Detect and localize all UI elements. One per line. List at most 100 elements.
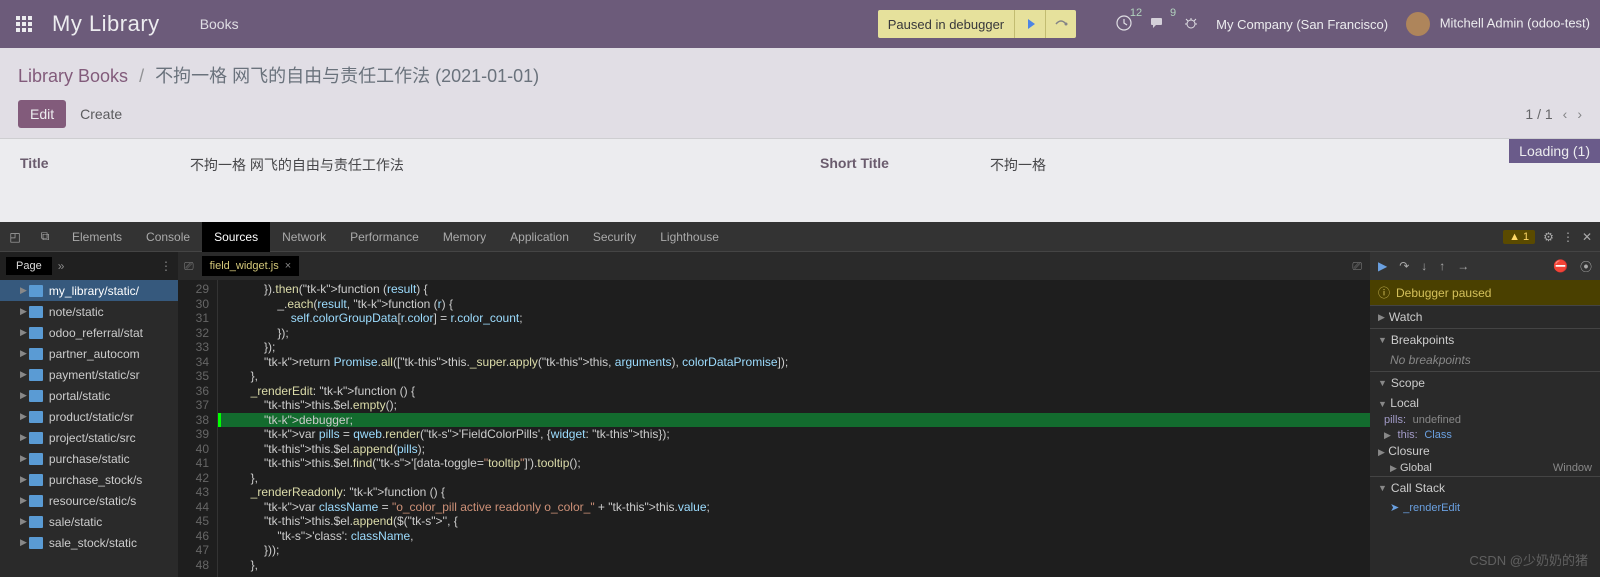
breadcrumb: Library Books / 不拘一格 网飞的自由与责任工作法 (2021-0… xyxy=(0,48,1600,94)
step-into-icon[interactable]: ↓ xyxy=(1421,259,1427,273)
tab-memory[interactable]: Memory xyxy=(431,222,498,252)
loading-indicator: Loading (1) xyxy=(1509,139,1600,163)
tab-sources[interactable]: Sources xyxy=(202,222,270,252)
code-line[interactable]: _renderReadonly: "tk-k">function () { xyxy=(218,485,1370,500)
warnings-chip[interactable]: ▲ 1 xyxy=(1503,230,1535,244)
no-breakpoints: No breakpoints xyxy=(1370,351,1600,371)
bug-icon[interactable] xyxy=(1184,16,1198,33)
edit-button[interactable]: Edit xyxy=(18,100,66,128)
apps-icon[interactable] xyxy=(10,10,38,38)
source-code[interactable]: }).then("tk-k">function (result) { _.eac… xyxy=(218,280,1370,577)
tab-console[interactable]: Console xyxy=(134,222,202,252)
breadcrumb-root[interactable]: Library Books xyxy=(18,66,128,86)
actions-row: Edit Create 1 / 1 ‹ › xyxy=(0,94,1600,138)
device-toggle-icon[interactable]: ⧉ xyxy=(30,229,60,244)
avatar xyxy=(1406,12,1430,36)
step-icon[interactable]: → xyxy=(1457,259,1469,273)
code-line[interactable]: }); xyxy=(218,340,1370,355)
deactivate-bp-icon[interactable]: ⛔ xyxy=(1553,259,1568,273)
discuss-icon[interactable]: 9 xyxy=(1150,15,1166,34)
scope-this: ▶ this: Class xyxy=(1370,427,1600,442)
breadcrumb-current: 不拘一格 网飞的自由与责任工作法 (2021-01-01) xyxy=(155,66,539,86)
step-over-icon[interactable]: ↷ xyxy=(1399,259,1409,273)
more-icon[interactable]: ⋮ xyxy=(1562,230,1574,244)
field-label-title: Title xyxy=(20,155,190,175)
breakpoints-section[interactable]: ▼Breakpoints xyxy=(1370,329,1600,351)
file-tree-item[interactable]: ▶note/static xyxy=(0,301,178,322)
file-tree-item[interactable]: ▶sale/static xyxy=(0,511,178,532)
file-tree[interactable]: ▶my_library/static/▶note/static▶odoo_ref… xyxy=(0,280,178,577)
code-line[interactable]: "tk-this">this.$el.find("tk-s">'[data-to… xyxy=(218,456,1370,471)
code-line[interactable]: _renderEdit: "tk-k">function () { xyxy=(218,384,1370,399)
code-line[interactable]: }, xyxy=(218,369,1370,384)
watermark: CSDN @少奶奶的猪 xyxy=(1469,550,1588,569)
debugger-toolbar: ▶ ↷ ↓ ↑ → ⛔ ⦿ xyxy=(1370,252,1600,280)
file-tree-item[interactable]: ▶purchase/static xyxy=(0,448,178,469)
file-tree-item[interactable]: ▶sale_stock/static xyxy=(0,532,178,553)
code-line[interactable]: }, xyxy=(218,558,1370,573)
user-menu[interactable]: Mitchell Admin (odoo-test) xyxy=(1406,12,1590,36)
activities-icon[interactable]: 12 xyxy=(1116,15,1132,34)
toggle-right-pane-icon[interactable]: ⎚ xyxy=(1352,259,1362,274)
callstack-frame[interactable]: ➤_renderEdit xyxy=(1370,499,1600,516)
code-line[interactable]: "tk-this">this.$el.empty(); xyxy=(218,398,1370,413)
scope-section[interactable]: ▼Scope xyxy=(1370,372,1600,394)
file-tree-item[interactable]: ▶odoo_referral/stat xyxy=(0,322,178,343)
tab-application[interactable]: Application xyxy=(498,222,581,252)
file-tree-item[interactable]: ▶portal/static xyxy=(0,385,178,406)
file-tree-item[interactable]: ▶partner_autocom xyxy=(0,343,178,364)
tab-elements[interactable]: Elements xyxy=(60,222,134,252)
pager-prev-icon[interactable]: ‹ xyxy=(1563,106,1568,122)
file-tree-item[interactable]: ▶my_library/static/ xyxy=(0,280,178,301)
step-out-icon[interactable]: ↑ xyxy=(1439,259,1445,273)
close-tab-icon[interactable]: × xyxy=(285,260,291,272)
tab-performance[interactable]: Performance xyxy=(338,222,431,252)
menu-books[interactable]: Books xyxy=(190,12,249,36)
code-line[interactable]: "tk-this">this.$el.append(pills); xyxy=(218,442,1370,457)
nav-more-icon[interactable]: » xyxy=(58,259,65,273)
code-line[interactable]: _.each(result, "tk-k">function (r) { xyxy=(218,297,1370,312)
activities-badge: 12 xyxy=(1130,7,1142,19)
info-icon: ⓘ xyxy=(1378,284,1390,301)
file-tree-item[interactable]: ▶resource/static/s xyxy=(0,490,178,511)
nav-menu-icon[interactable]: ⋮ xyxy=(160,259,172,273)
code-editor: ⎚ field_widget.js × ⎚ 293031323334353637… xyxy=(178,252,1370,577)
tab-lighthouse[interactable]: Lighthouse xyxy=(648,222,731,252)
company-selector[interactable]: My Company (San Francisco) xyxy=(1216,17,1388,32)
page-tab[interactable]: Page xyxy=(6,257,52,275)
file-tree-item[interactable]: ▶product/static/sr xyxy=(0,406,178,427)
pager: 1 / 1 ‹ › xyxy=(1525,106,1582,122)
close-devtools-icon[interactable]: ✕ xyxy=(1582,230,1592,244)
code-line[interactable]: "tk-k">var className = "o_color_pill act… xyxy=(218,500,1370,515)
resume-icon[interactable]: ▶ xyxy=(1378,259,1387,273)
editor-tab[interactable]: field_widget.js × xyxy=(202,256,300,276)
file-tree-item[interactable]: ▶payment/static/sr xyxy=(0,364,178,385)
callstack-section[interactable]: ▼Call Stack xyxy=(1370,477,1600,499)
file-tree-item[interactable]: ▶purchase_stock/s xyxy=(0,469,178,490)
code-line[interactable]: self.colorGroupData[r.color] = r.color_c… xyxy=(218,311,1370,326)
code-line[interactable]: "tk-s">'class': className, xyxy=(218,529,1370,544)
code-line[interactable]: "tk-k">return Promise.all(["tk-this">thi… xyxy=(218,355,1370,370)
code-line[interactable]: "tk-this">this.$el.append($("tk-s">'', { xyxy=(218,514,1370,529)
pager-next-icon[interactable]: › xyxy=(1577,106,1582,122)
tab-network[interactable]: Network xyxy=(270,222,338,252)
create-button[interactable]: Create xyxy=(80,106,122,122)
code-line[interactable]: "tk-k">var pills = qweb.render("tk-s">'F… xyxy=(218,427,1370,442)
debugger-resume-icon[interactable] xyxy=(1014,10,1045,38)
scope-global[interactable]: ▶ GlobalWindow xyxy=(1370,460,1600,476)
code-line[interactable]: }); xyxy=(218,326,1370,341)
pause-exc-icon[interactable]: ⦿ xyxy=(1580,258,1592,275)
code-line[interactable]: "tk-k">debugger; xyxy=(218,413,1370,428)
toggle-nav-icon[interactable]: ⎚ xyxy=(184,259,194,274)
debugger-status: ⓘ Debugger paused xyxy=(1370,280,1600,305)
field-value-short-title: 不拘一格 xyxy=(990,155,1046,175)
code-line[interactable]: }).then("tk-k">function (result) { xyxy=(218,282,1370,297)
file-tree-item[interactable]: ▶project/static/src xyxy=(0,427,178,448)
watch-section[interactable]: ▶Watch xyxy=(1370,306,1600,328)
settings-icon[interactable]: ⚙ xyxy=(1543,230,1554,244)
inspect-icon[interactable]: ◰ xyxy=(0,230,30,244)
tab-security[interactable]: Security xyxy=(581,222,648,252)
debugger-step-icon[interactable] xyxy=(1045,10,1076,38)
code-line[interactable]: }, xyxy=(218,471,1370,486)
code-line[interactable]: })); xyxy=(218,543,1370,558)
